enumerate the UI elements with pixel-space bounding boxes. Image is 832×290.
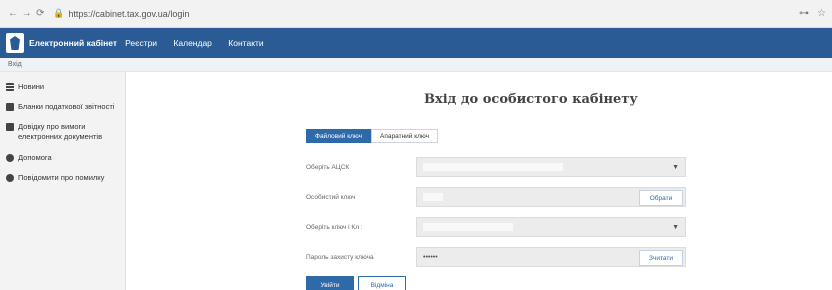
form-actions: Увійти Відміна xyxy=(306,276,406,290)
key-type-tabs: Файловий ключ Апаратний ключ xyxy=(306,129,439,143)
sidebar-item-label: Повідомити про помилку xyxy=(18,172,105,182)
document-icon xyxy=(6,123,14,132)
sidebar-item-news[interactable]: Новини xyxy=(6,82,119,92)
tab-hardware-key[interactable]: Апаратний ключ xyxy=(371,129,439,143)
sidebar-item-help[interactable]: Допомога xyxy=(6,153,119,163)
star-icon[interactable]: ☆ xyxy=(817,8,826,19)
key-file-input[interactable]: Обрати xyxy=(416,187,686,207)
choose-key-button[interactable]: Обрати xyxy=(639,190,683,206)
nav-contacts[interactable]: Контакти xyxy=(228,38,263,48)
address-bar[interactable]: 🔒 https://cabinet.tax.gov.ua/login xyxy=(53,4,799,24)
cert-value-placeholder xyxy=(423,223,513,231)
main-content: Вхід до особистого кабінету Файловий клю… xyxy=(126,72,832,290)
browser-actions: ⊶ ☆ xyxy=(799,8,826,19)
sidebar-item-label: Допомога xyxy=(18,152,52,162)
coat-of-arms-logo-icon xyxy=(6,33,24,53)
document-icon xyxy=(6,103,14,112)
news-icon xyxy=(6,83,14,91)
password-input[interactable]: •••••• Зчитати xyxy=(416,247,686,267)
breadcrumb-label[interactable]: Вхід xyxy=(8,61,22,68)
forward-icon[interactable]: → xyxy=(20,8,34,19)
reload-icon[interactable]: ⟳ xyxy=(33,8,47,19)
page-title: Вхід до особистого кабінету xyxy=(424,92,638,107)
cert-label: Оберіть ключ і Кл : xyxy=(306,223,363,231)
brand-title[interactable]: Електронний кабінет xyxy=(29,38,117,48)
login-button[interactable]: Увійти xyxy=(306,276,354,290)
extensions-icon[interactable]: ⊶ xyxy=(799,8,809,19)
cert-select[interactable]: ▼ xyxy=(416,217,686,237)
nav-registers[interactable]: Реєстри xyxy=(125,38,157,48)
acsk-row: Оберіть АЦСК ▼ xyxy=(306,154,686,180)
key-file-value-placeholder xyxy=(423,193,443,201)
key-file-label: Особистий ключ xyxy=(306,193,356,201)
cancel-button[interactable]: Відміна xyxy=(358,276,406,290)
sidebar-item-forms[interactable]: Бланки податкової звітності xyxy=(6,102,119,112)
browser-chrome: ← → ⟳ 🔒 https://cabinet.tax.gov.ua/login… xyxy=(0,0,832,28)
cert-row: Оберіть ключ і Кл : ▼ xyxy=(306,214,686,240)
password-label: Пароль захисту ключа xyxy=(306,253,374,261)
bug-icon xyxy=(6,173,14,182)
acsk-select[interactable]: ▼ xyxy=(416,157,686,177)
url-text[interactable]: https://cabinet.tax.gov.ua/login xyxy=(68,9,189,19)
top-nav: Реєстри Календар Контакти xyxy=(125,38,278,48)
sidebar-item-label: Довідку про вимоги електронних документі… xyxy=(18,122,103,142)
read-key-button[interactable]: Зчитати xyxy=(639,250,683,266)
lock-icon: 🔒 xyxy=(53,8,65,18)
password-row: Пароль захисту ключа •••••• Зчитати xyxy=(306,244,686,270)
acsk-label: Оберіть АЦСК xyxy=(306,163,350,171)
breadcrumb: Вхід xyxy=(0,58,832,72)
chevron-down-icon: ▼ xyxy=(672,224,679,231)
nav-calendar[interactable]: Календар xyxy=(173,38,211,48)
sidebar-item-report-bug[interactable]: Повідомити про помилку xyxy=(6,173,119,183)
sidebar-item-label: Новини xyxy=(18,82,45,91)
app-header: Електронний кабінет Реєстри Календар Кон… xyxy=(0,28,832,58)
acsk-value-placeholder xyxy=(423,163,563,171)
tab-file-key[interactable]: Файловий ключ xyxy=(306,129,372,143)
sidebar: Новини Бланки податкової звітності Довід… xyxy=(0,72,126,290)
login-form: Оберіть АЦСК ▼ Особистий ключ Обрати Обе… xyxy=(306,154,686,274)
sidebar-item-requirements[interactable]: Довідку про вимоги електронних документі… xyxy=(6,122,119,142)
key-file-row: Особистий ключ Обрати xyxy=(306,184,686,210)
back-icon[interactable]: ← xyxy=(6,8,20,19)
sidebar-item-label: Бланки податкової звітності xyxy=(18,102,115,112)
chevron-down-icon: ▼ xyxy=(672,164,679,171)
help-icon xyxy=(6,153,14,162)
password-value: •••••• xyxy=(423,253,438,261)
